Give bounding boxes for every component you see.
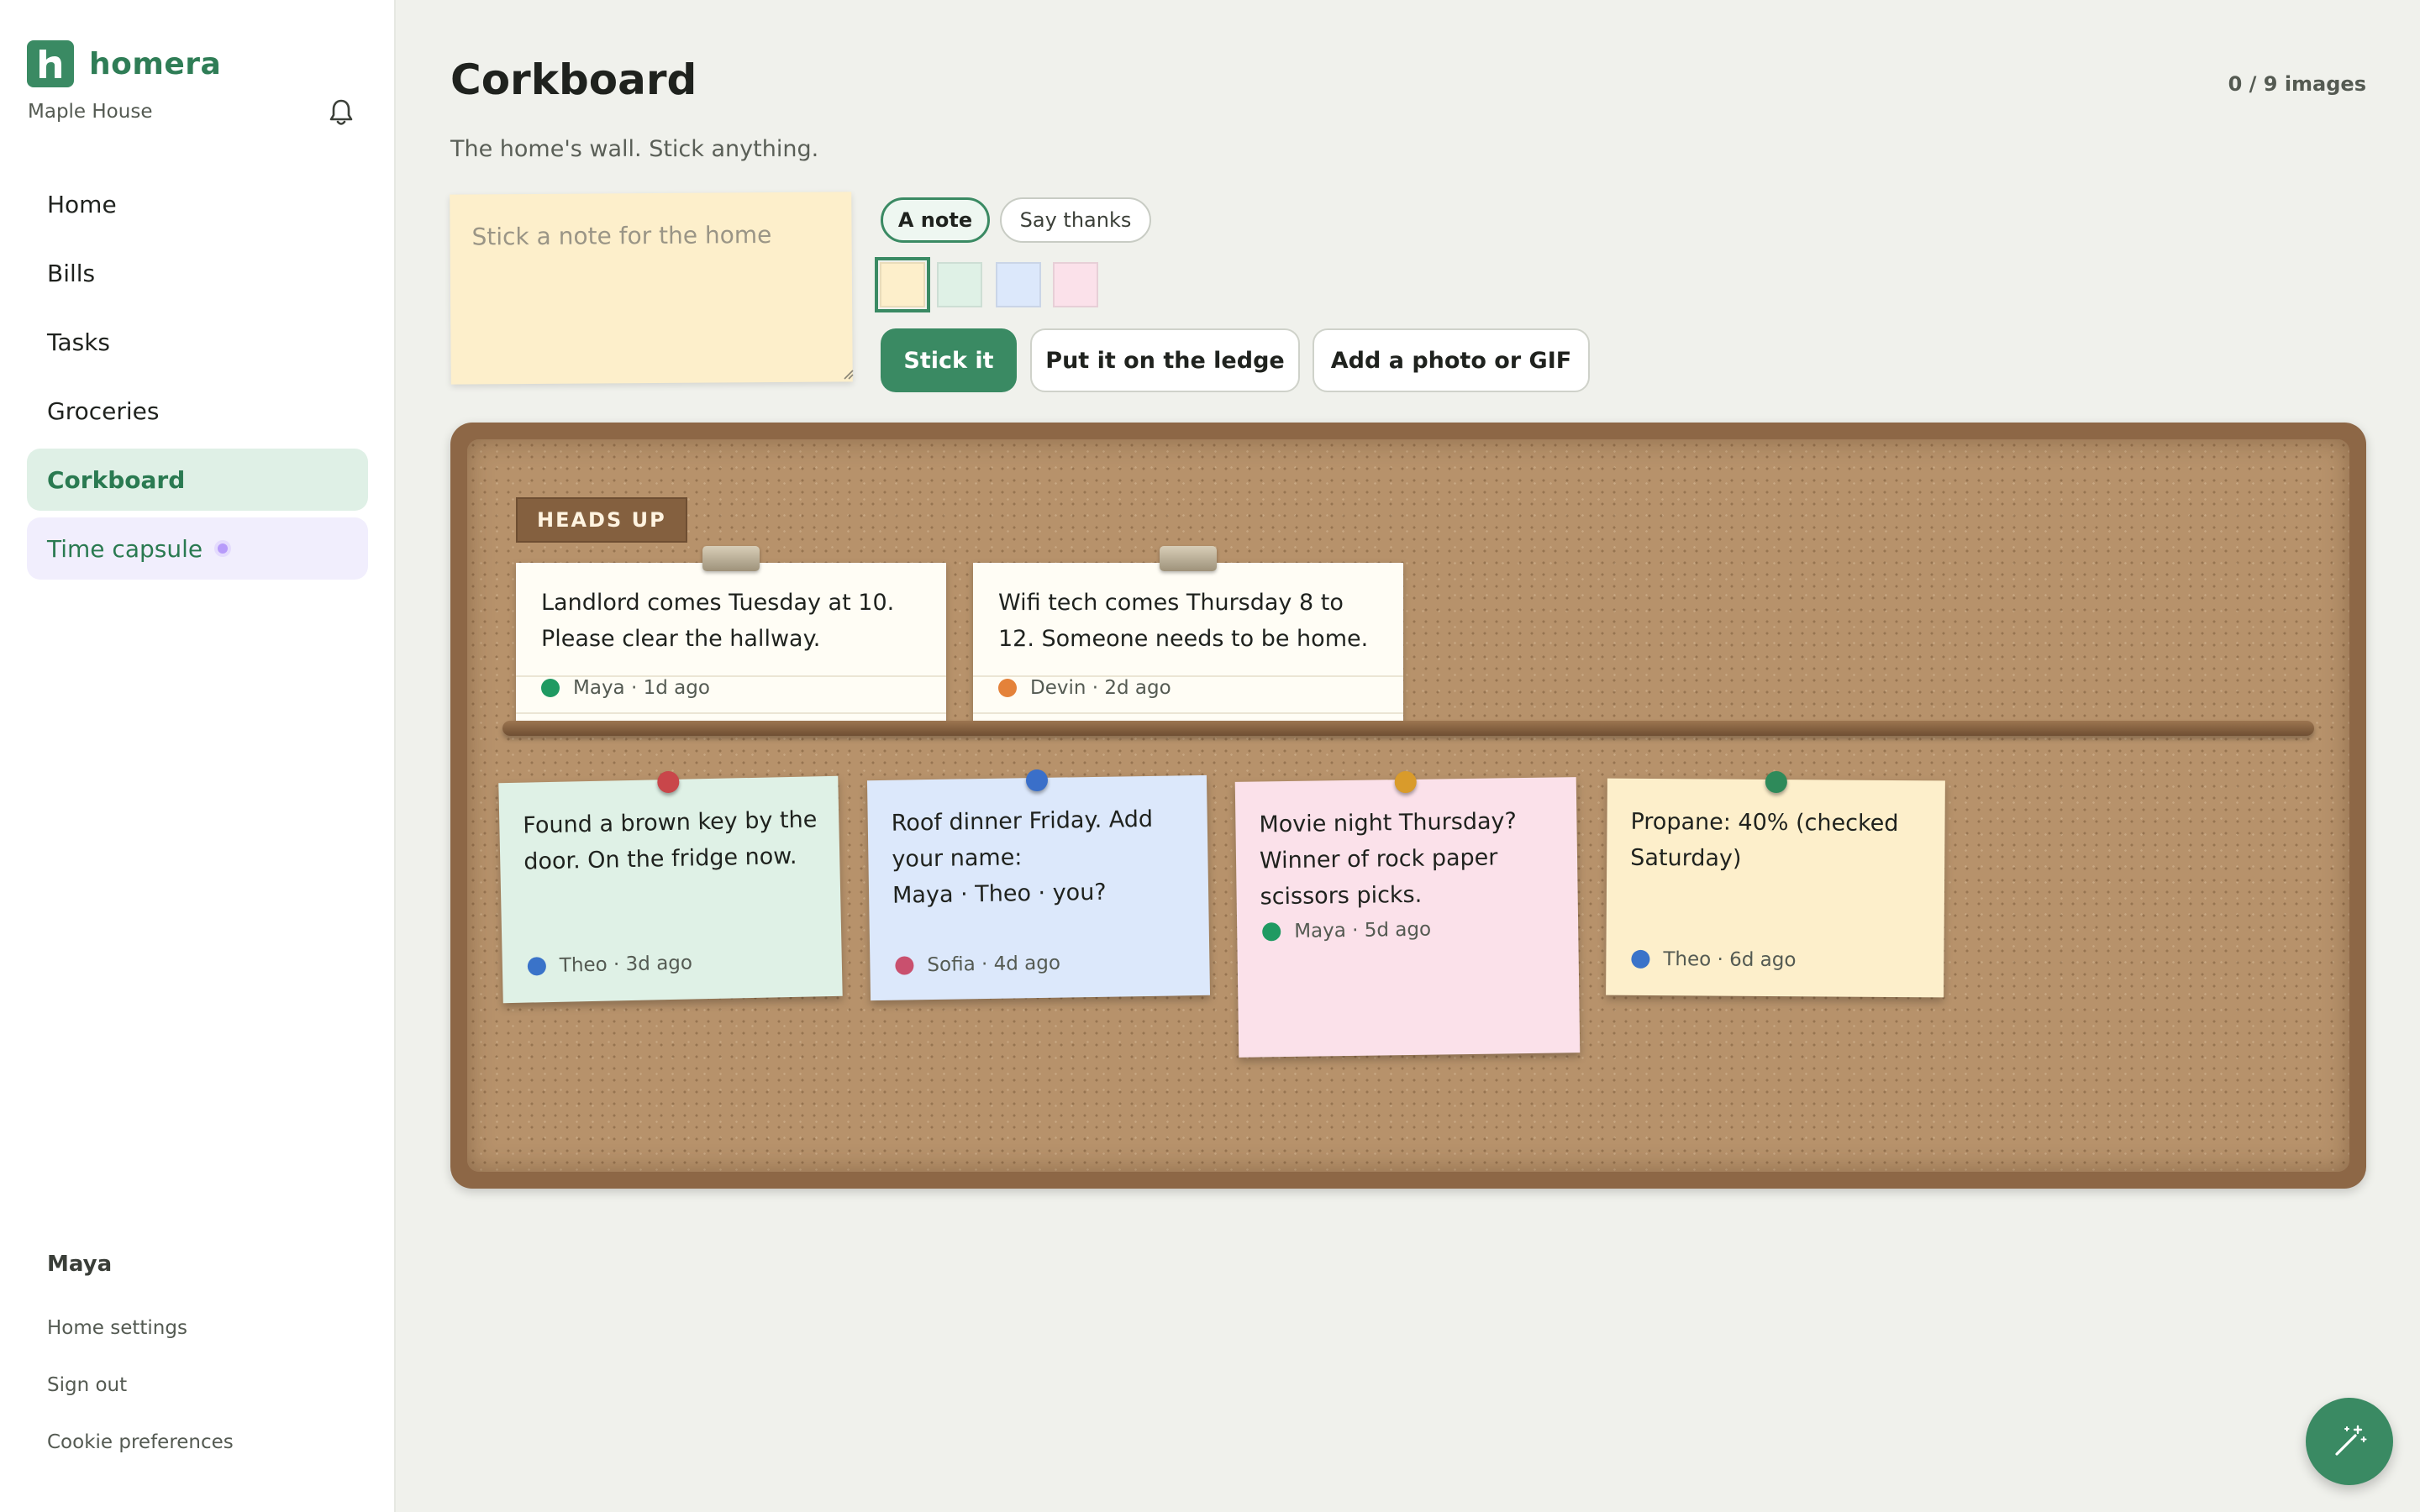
nav-item-time-capsule[interactable]: Time capsule [27,517,368,580]
color-swatch-blue[interactable] [996,262,1041,307]
color-swatch-green[interactable] [937,262,982,307]
sign-out-link[interactable]: Sign out [47,1374,127,1396]
new-indicator-dot [218,543,229,554]
brand[interactable]: homera [27,40,221,87]
sticky-note[interactable]: Found a brown key by the door. On the fr… [498,770,843,1004]
brand-name: homera [89,46,222,81]
page-title: Corkboard [450,55,697,104]
nav-item-label: Bills [47,259,96,287]
clip-icon [702,546,760,571]
nav-item-label: Corkboard [47,465,186,494]
nav-item-label: Home [47,190,117,218]
note-text: Propane: 40% (checked Saturday) [1630,808,1899,872]
note-author-time: Maya · 1d ago [573,677,710,699]
pin-icon [1025,769,1049,792]
author-avatar-dot [1262,922,1281,942]
note-meta: Sofia · 4d ago [895,953,1060,977]
note-text: Movie night Thursday? Winner of rock pap… [1259,808,1518,911]
nav-item-label: Time capsule [47,534,203,563]
note-author-time: Theo · 3d ago [559,952,693,977]
ledge-note[interactable]: Wifi tech comes Thursday 8 to 12. Someon… [973,546,1403,724]
note-meta: Theo · 3d ago [527,952,693,977]
note-author-time: Devin · 2d ago [1030,677,1171,699]
note-meta: Devin · 2d ago [998,677,1171,699]
sidebar: homera Maple House Home Bills Tasks Groc… [0,0,396,1512]
pin-icon [657,770,680,794]
pin-icon [1765,770,1787,794]
note-author-time: Maya · 5d ago [1294,918,1432,942]
author-avatar-dot [541,679,560,697]
magic-wand-icon [2335,1425,2367,1456]
pin-icon [1394,770,1417,794]
put-on-ledge-button[interactable]: Put it on the ledge [1030,328,1300,392]
main-nav: Home Bills Tasks Groceries Corkboard Tim… [27,173,368,586]
bell-icon[interactable] [324,96,358,129]
mode-label: A note [897,208,973,232]
home-settings-link[interactable]: Home settings [47,1317,187,1339]
sticky-note[interactable]: Propane: 40% (checked Saturday) Theo · 6… [1606,770,1945,998]
mode-say-thanks-button[interactable]: Say thanks [1000,197,1151,243]
image-count: 0 / 9 images [2228,72,2366,96]
clip-icon [1160,546,1217,571]
nav-item-tasks[interactable]: Tasks [27,311,368,373]
sticky-note[interactable]: Roof dinner Friday. Add your name: Maya … [866,769,1211,1001]
note-text: Wifi tech comes Thursday 8 to 12. Someon… [998,590,1369,652]
color-swatch-pink[interactable] [1053,262,1098,307]
stick-it-button[interactable]: Stick it [881,328,1017,392]
sticky-note[interactable]: Movie night Thursday? Winner of rock pap… [1234,770,1581,1058]
author-avatar-dot [998,679,1017,697]
nav-item-corkboard[interactable]: Corkboard [27,449,368,511]
nav-item-home[interactable]: Home [27,173,368,235]
note-author-time: Theo · 6d ago [1663,948,1797,972]
note-text: Roof dinner Friday. Add your name: Maya … [891,806,1154,909]
note-meta: Maya · 5d ago [1262,919,1431,943]
ledge-shelf [502,721,2314,736]
heads-up-label: HEADS UP [516,497,687,543]
note-meta: Theo · 6d ago [1631,948,1797,972]
note-meta: Maya · 1d ago [541,677,710,699]
nav-item-label: Groceries [47,396,160,425]
magic-wand-button[interactable] [2306,1398,2393,1485]
ledge-note[interactable]: Landlord comes Tuesday at 10. Please cle… [516,546,946,724]
nav-item-label: Tasks [47,328,111,356]
nav-item-bills[interactable]: Bills [27,242,368,304]
note-author-time: Sofia · 4d ago [927,952,1061,977]
mode-label: Say thanks [1019,208,1132,232]
cookie-preferences-link[interactable]: Cookie preferences [47,1431,234,1453]
home-name: Maple House [28,101,153,123]
mode-note-button[interactable]: A note [881,197,990,243]
author-avatar-dot [1631,949,1650,969]
resize-grip-icon[interactable] [840,366,854,380]
note-input[interactable] [450,192,853,385]
homera-logo-icon [27,40,74,87]
add-photo-button[interactable]: Add a photo or GIF [1313,328,1590,392]
color-swatch-yellow[interactable] [875,257,930,312]
nav-item-groceries[interactable]: Groceries [27,380,368,442]
current-user-name: Maya [47,1252,113,1277]
page-subtitle: The home's wall. Stick anything. [450,136,819,162]
author-avatar-dot [895,956,914,975]
note-text: Landlord comes Tuesday at 10. Please cle… [541,590,895,652]
note-text: Found a brown key by the door. On the fr… [523,806,818,875]
author-avatar-dot [527,957,547,976]
